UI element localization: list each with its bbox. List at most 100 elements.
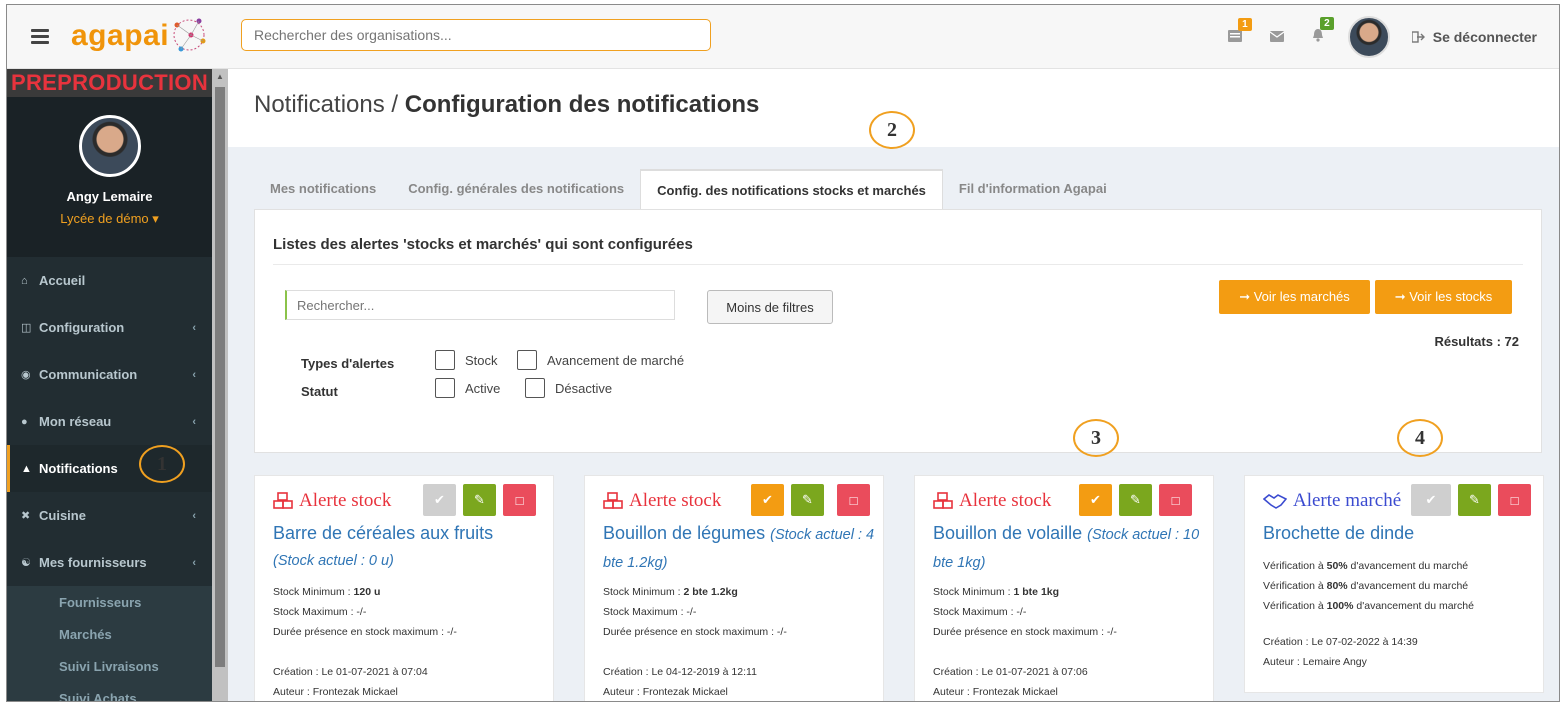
breadcrumb-root[interactable]: Notifications /	[254, 91, 405, 118]
notifications-button[interactable]: 2	[1312, 17, 1334, 45]
delete-button[interactable]: □	[1498, 484, 1531, 516]
tab-config-stocks-marches[interactable]: Config. des notifications stocks et marc…	[640, 169, 943, 209]
view-stocks-button[interactable]: ➞ Voir les stocks	[1375, 280, 1512, 314]
tab-config-generales[interactable]: Config. générales des notifications	[392, 169, 640, 209]
type-market-checkbox[interactable]	[517, 350, 537, 370]
alert-type-label: Alerte marché	[1293, 490, 1402, 511]
edit-button[interactable]: ✎	[791, 484, 824, 516]
scrollbar-thumb[interactable]	[215, 87, 225, 667]
sidebar-scrollbar[interactable]: ▲	[212, 69, 228, 701]
alert-card: Alerte stock ✔ ✎ □ Barre de céréales aux…	[254, 475, 554, 701]
hamburger-menu-icon[interactable]	[31, 29, 49, 44]
tasks-button[interactable]: 1	[1227, 17, 1252, 45]
results-count: Résultats : 72	[1434, 334, 1519, 349]
verification-prefix: Vérification à	[1263, 600, 1327, 612]
delete-button[interactable]: □	[837, 484, 870, 516]
delete-button[interactable]: □	[1159, 484, 1192, 516]
status-inactive-checkbox[interactable]	[525, 378, 545, 398]
activate-button[interactable]: ✔	[1411, 484, 1451, 516]
creation-line: Création : Le 01-07-2021 à 07:04	[273, 666, 428, 678]
edit-button[interactable]: ✎	[1119, 484, 1152, 516]
top-bar: agapai 1 2 Se déconnec	[7, 5, 1559, 69]
chevron-left-icon: ‹	[192, 415, 196, 428]
tab-mes-notifications[interactable]: Mes notifications	[254, 169, 392, 209]
verification-value: 100%	[1326, 600, 1354, 612]
verification-line: Vérification à 50% d'avancement du march…	[1263, 556, 1474, 576]
activate-button[interactable]: ✔	[423, 484, 456, 516]
alert-type: Alerte stock	[273, 490, 391, 512]
status-active-label: Active	[465, 381, 501, 396]
sidebar-avatar	[79, 115, 141, 177]
callout-2: 2	[869, 111, 915, 149]
sidebar-item-label: Configuration	[39, 320, 125, 335]
status-active-checkbox[interactable]	[435, 378, 455, 398]
sidebar-item-communication[interactable]: ◉ Communication ‹	[7, 351, 212, 398]
scroll-up-icon[interactable]: ▲	[216, 72, 224, 81]
view-markets-button[interactable]: ➞ Voir les marchés	[1219, 280, 1370, 314]
logout-button[interactable]: Se déconnecter	[1411, 29, 1537, 45]
cubes-icon	[933, 492, 953, 509]
min-stock-line: Stock Minimum : 2 bte 1.2kg	[603, 582, 787, 602]
verification-value: 50%	[1326, 560, 1348, 572]
sidebar-subitem-suivi-achats[interactable]: Suivi Achats	[7, 682, 212, 701]
check-icon: ✔	[1090, 492, 1101, 507]
divider	[273, 264, 1523, 265]
alert-search-input[interactable]	[285, 290, 675, 320]
user-panel: Angy Lemaire Lycée de démo ▾	[7, 97, 212, 257]
product-name[interactable]: Bouillon de volaille (Stock actuel : 10 …	[933, 520, 1205, 576]
toggle-filters-button[interactable]: Moins de filtres	[707, 290, 833, 324]
sidebar-item-label: Mon réseau	[39, 414, 112, 429]
pencil-icon: ✎	[474, 492, 485, 507]
max-duration-line: Durée présence en stock maximum : -/-	[933, 626, 1117, 638]
organisation-dropdown[interactable]: Lycée de démo ▾	[7, 211, 212, 227]
sidebar-subitem-fournisseurs[interactable]: Fournisseurs	[7, 586, 212, 618]
notifications-badge: 2	[1320, 17, 1334, 30]
chevron-left-icon: ‹	[192, 556, 196, 569]
author-line: Auteur : Frontezak Mickael	[933, 686, 1058, 698]
list-icon	[1227, 29, 1242, 42]
product-name[interactable]: Barre de céréales aux fruits (Stock actue…	[273, 520, 545, 574]
sidebar-item-accueil[interactable]: ⌂ Accueil	[7, 257, 212, 304]
activate-button[interactable]: ✔	[1079, 484, 1112, 516]
user-avatar[interactable]	[1347, 16, 1390, 58]
bank-icon: ◫	[21, 322, 32, 334]
min-stock-line: Stock Minimum : 1 bte 1kg	[933, 582, 1117, 602]
alert-card: Alerte stock ✔ ✎ □ Bouillon de volaille …	[914, 475, 1214, 701]
sidebar-item-mes-fournisseurs[interactable]: ☯ Mes fournisseurs ‹	[7, 539, 212, 586]
verification-line: Vérification à 100% d'avancement du marc…	[1263, 596, 1474, 616]
messages-button[interactable]	[1269, 30, 1285, 45]
sidebar-subitem-marches[interactable]: Marchés	[7, 618, 212, 650]
chevron-left-icon: ‹	[192, 321, 196, 334]
sidebar-item-label: Cuisine	[39, 508, 86, 523]
edit-button[interactable]: ✎	[463, 484, 496, 516]
product-name[interactable]: Brochette de dinde	[1263, 520, 1535, 546]
activate-button[interactable]: ✔	[751, 484, 784, 516]
check-icon: ✔	[762, 492, 773, 507]
product-name[interactable]: Bouillon de légumes (Stock actuel : 4 bt…	[603, 520, 875, 576]
chevron-left-icon: ‹	[192, 368, 196, 381]
min-stock-value: 120 u	[353, 586, 381, 598]
check-icon: ✔	[1425, 492, 1437, 507]
sidebar-item-mon-reseau[interactable]: ● Mon réseau ‹	[7, 398, 212, 445]
sidebar-subitem-suivi-livraisons[interactable]: Suivi Livraisons	[7, 650, 212, 682]
tab-fil-information[interactable]: Fil d'information Agapai	[943, 169, 1123, 209]
alert-type: Alerte stock	[933, 490, 1051, 512]
sidebar-item-cuisine[interactable]: ✖ Cuisine ‹	[7, 492, 212, 539]
user-name: Angy Lemaire	[66, 189, 153, 204]
alert-type-label: Alerte stock	[629, 490, 722, 511]
delete-button[interactable]: □	[503, 484, 536, 516]
sidebar-item-configuration[interactable]: ◫ Configuration ‹	[7, 304, 212, 351]
alert-details: Stock Minimum : 1 bte 1kg Stock Maximum …	[933, 582, 1117, 701]
card-actions: ✔ ✎ □	[1079, 484, 1192, 516]
edit-button[interactable]: ✎	[1458, 484, 1491, 516]
cubes-icon	[603, 492, 623, 509]
card-actions: ✔ ✎ □	[1411, 484, 1531, 516]
environment-banner: PREPRODUCTION	[7, 69, 212, 97]
agapai-logo[interactable]: agapai	[71, 19, 169, 53]
alert-types-label: Types d'alertes	[301, 356, 395, 371]
bell-icon	[1312, 29, 1323, 42]
organisation-search-input[interactable]	[241, 19, 711, 51]
verification-prefix: Vérification à	[1263, 580, 1327, 592]
type-stock-checkbox[interactable]	[435, 350, 455, 370]
